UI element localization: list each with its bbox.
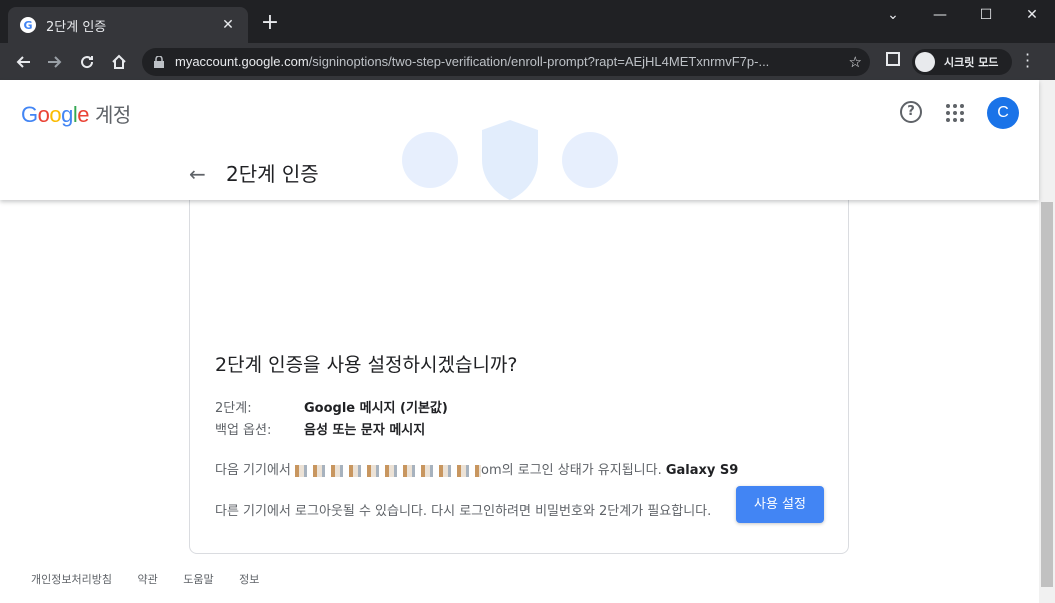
browser-window: G 2단계 인증 ✕ + ⌄ — ☐ ✕ myaccount.google.co…	[0, 0, 1055, 603]
home-icon	[112, 54, 126, 69]
apps-grid-icon[interactable]	[946, 104, 964, 122]
forward-nav-button[interactable]	[41, 48, 69, 76]
address-bar[interactable]: myaccount.google.com/signinoptions/two-s…	[142, 48, 870, 76]
google-account-logo[interactable]: Google 계정	[21, 99, 131, 128]
device-suffix: om의 로그인 상태가 유지됩니다.	[481, 463, 662, 478]
device-info: 다음 기기에서 om의 로그인 상태가 유지됩니다. Galaxy S9	[215, 459, 738, 478]
help-link[interactable]: 도움말	[183, 573, 213, 586]
url-text: myaccount.google.com/signinoptions/two-s…	[175, 54, 770, 69]
avatar[interactable]: C	[987, 97, 1019, 129]
arrow-right-icon	[48, 56, 62, 68]
signout-notice: 다른 기기에서 로그아웃될 수 있습니다. 다시 로그인하려면 비밀번호와 2단…	[215, 504, 712, 519]
more-menu-icon[interactable]: · · ·	[1025, 47, 1035, 75]
security-banner-illustration	[402, 120, 618, 200]
tab-title: 2단계 인증	[46, 19, 107, 35]
enable-question: 2단계 인증을 사용 설정하시겠습니까?	[215, 354, 518, 376]
home-button[interactable]	[105, 48, 133, 76]
tab-search-icon[interactable]: ⌄	[870, 0, 916, 32]
minimize-button[interactable]: —	[917, 0, 963, 32]
step-label: 2단계:	[215, 401, 252, 416]
enable-button[interactable]: 사용 설정	[736, 486, 824, 523]
back-arrow-icon[interactable]: ←	[189, 162, 206, 186]
about-link[interactable]: 정보	[239, 573, 259, 586]
incognito-icon	[915, 52, 935, 72]
footer-links: 개인정보처리방침 약관 도움말 정보	[31, 571, 281, 587]
incognito-indicator[interactable]: 시크릿 모드	[912, 49, 1012, 75]
tab-strip: G 2단계 인증 ✕ + ⌄ — ☐ ✕	[0, 0, 1055, 43]
page-title: 2단계 인증	[226, 162, 319, 186]
reload-icon	[81, 56, 94, 69]
side-panel-icon[interactable]	[886, 52, 900, 66]
step-row: 2단계: Google 메시지 (기본값)	[215, 397, 448, 416]
terms-link[interactable]: 약관	[137, 573, 157, 586]
backup-value: 음성 또는 문자 메시지	[304, 423, 426, 438]
page-scrollbar[interactable]	[1039, 80, 1055, 603]
bookmark-star-icon[interactable]: ☆	[849, 53, 862, 71]
step-value: Google 메시지 (기본값)	[304, 401, 448, 416]
lock-icon	[154, 56, 164, 68]
incognito-label: 시크릿 모드	[944, 56, 999, 69]
device-name: Galaxy S9	[665, 463, 739, 478]
page-content: Google 계정 ? C ← 2단계 인증 2단계 인증을 사용 설정하시겠습니…	[0, 80, 1055, 603]
close-window-button[interactable]: ✕	[1009, 0, 1055, 32]
privacy-link[interactable]: 개인정보처리방침	[31, 573, 112, 586]
backup-row: 백업 옵션: 음성 또는 문자 메시지	[215, 419, 425, 438]
google-favicon-icon: G	[20, 17, 36, 33]
account-header: Google 계정 ? C ← 2단계 인증	[0, 80, 1039, 200]
new-tab-button[interactable]: +	[258, 12, 282, 36]
tab-active[interactable]: G 2단계 인증 ✕	[8, 7, 248, 43]
device-prefix: 다음 기기에서	[215, 463, 291, 478]
arrow-left-icon	[16, 56, 30, 68]
tab-close-icon[interactable]: ✕	[218, 15, 238, 35]
scrollbar-thumb[interactable]	[1041, 202, 1053, 587]
reload-button[interactable]	[73, 48, 101, 76]
backup-label: 백업 옵션:	[215, 423, 272, 438]
redacted-email	[295, 464, 482, 477]
help-icon[interactable]: ?	[900, 101, 922, 123]
back-nav-button[interactable]	[9, 48, 37, 76]
maximize-button[interactable]: ☐	[963, 0, 1009, 32]
